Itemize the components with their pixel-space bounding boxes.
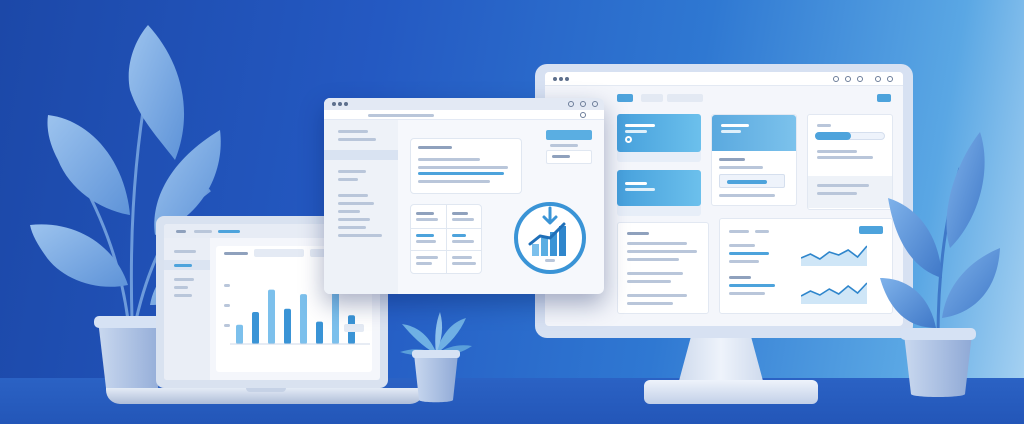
dashboard-illustration [0, 0, 1024, 424]
chart-bar [236, 324, 243, 344]
text-card[interactable] [617, 222, 709, 314]
floating-window [324, 98, 604, 294]
badge-bar [541, 238, 548, 256]
leaf [880, 278, 936, 328]
right-plant-pot [904, 334, 972, 397]
profile-icon[interactable] [887, 76, 893, 82]
leaf [47, 115, 130, 215]
leaf [888, 198, 942, 278]
chart-bar [300, 294, 307, 344]
leaf [946, 132, 985, 248]
small-plant-pot [414, 354, 458, 403]
progress-fill [727, 180, 767, 184]
chat-icon[interactable] [875, 76, 881, 82]
monitor-action-button[interactable] [877, 94, 891, 102]
chart-bar [284, 308, 291, 344]
chart-bar [332, 291, 339, 344]
chart-bar [268, 289, 275, 344]
search-icon[interactable] [580, 112, 586, 118]
monitor-foot [644, 380, 818, 404]
small-plant [400, 312, 472, 403]
notification-icon[interactable] [845, 76, 851, 82]
monitor-nav-item[interactable] [641, 94, 663, 102]
window-primary-button[interactable] [546, 130, 592, 140]
sparkline-top [801, 245, 867, 266]
floating-titlebar [324, 98, 604, 110]
floating-sidebar [324, 120, 398, 294]
circle-icon [625, 136, 632, 143]
leaf [128, 25, 185, 160]
monitor-logo[interactable] [617, 94, 633, 102]
badge-bar [559, 226, 566, 256]
chart-bar [316, 321, 323, 344]
chart-bar [252, 312, 259, 344]
stat-card-blue[interactable] [617, 114, 701, 152]
sparkline-bottom [801, 282, 867, 304]
leaf [942, 248, 1000, 318]
floating-sidebar-active[interactable] [324, 150, 398, 160]
right-plant [880, 132, 1000, 397]
search-icon[interactable] [580, 101, 586, 107]
badge-bar [532, 244, 539, 256]
refresh-icon[interactable] [568, 101, 574, 107]
refresh-icon[interactable] [833, 76, 839, 82]
growth-chart-icon [514, 202, 586, 274]
settings-icon[interactable] [857, 76, 863, 82]
close-icon[interactable] [592, 101, 598, 107]
summary-slider-fill [815, 132, 851, 140]
monitor-nav-item[interactable] [667, 94, 703, 102]
